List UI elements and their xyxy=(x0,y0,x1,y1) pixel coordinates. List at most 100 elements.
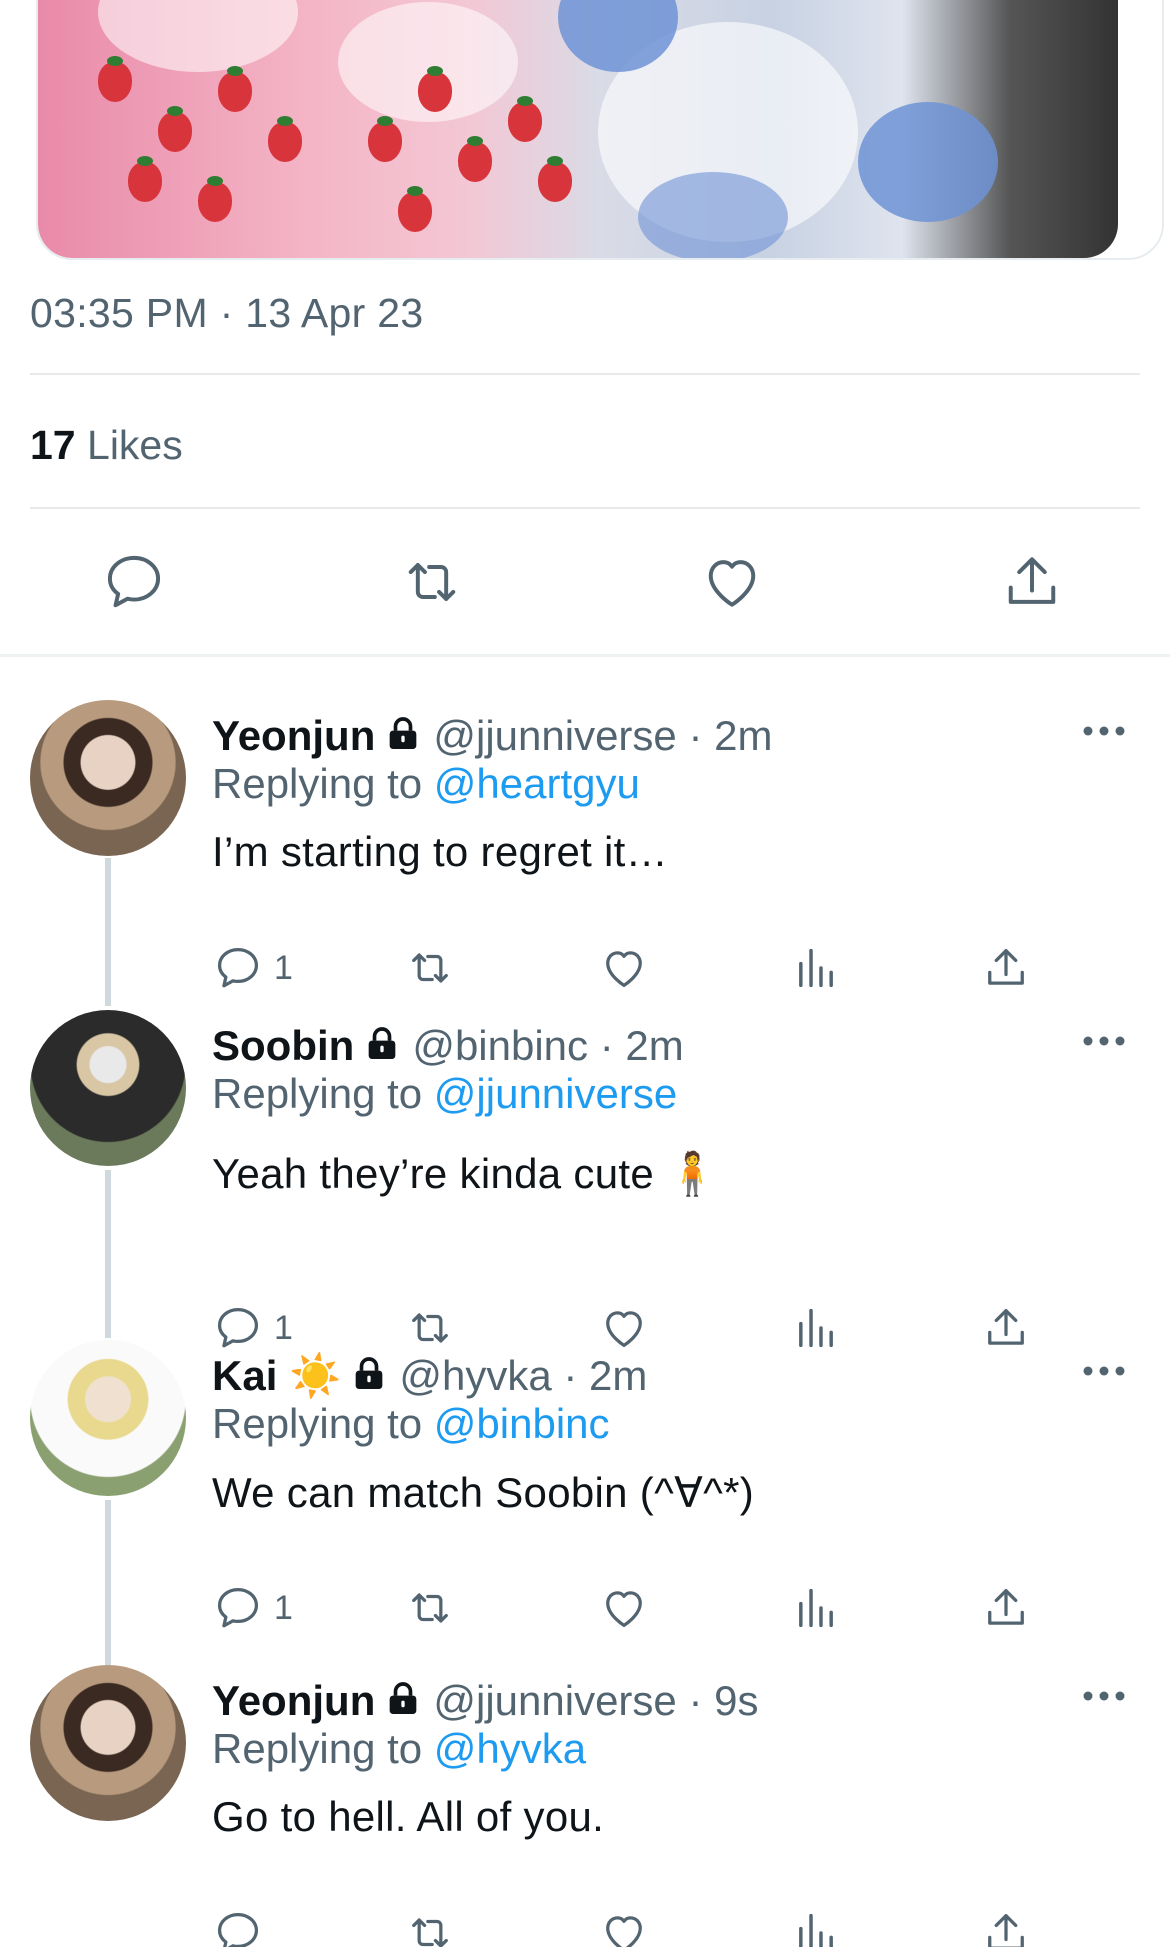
avatar[interactable] xyxy=(30,1665,186,1821)
reply-text: Go to hell. All of you. xyxy=(212,1793,605,1840)
reply-button[interactable] xyxy=(100,548,168,616)
reply-action-bar: 1 xyxy=(0,940,1170,996)
reply-time[interactable]: · 9s xyxy=(688,1677,758,1724)
more-options-button[interactable] xyxy=(1082,1689,1126,1701)
like-icon xyxy=(606,1591,642,1627)
display-name[interactable]: Soobin xyxy=(212,1022,354,1069)
reply-icon xyxy=(217,1587,259,1628)
mention-link[interactable]: @hyvka xyxy=(434,1725,586,1772)
replying-to-label: Replying to xyxy=(212,760,423,807)
lock-icon xyxy=(390,1682,417,1714)
like-button[interactable] xyxy=(598,940,650,996)
reply-tweet[interactable]: Soobin @binbinc · 2m Replying to @jjunnive… xyxy=(0,1010,1170,1348)
reply-time[interactable]: · 2m xyxy=(688,712,772,759)
more-options-button[interactable] xyxy=(1082,1364,1126,1376)
reply-text: We can match Soobin (^∀^*) xyxy=(212,1469,755,1516)
reply-button[interactable]: 1 xyxy=(212,1580,293,1636)
share-icon xyxy=(988,1914,1024,1947)
reply-button[interactable]: 1 xyxy=(212,940,293,996)
replying-to-label: Replying to xyxy=(212,1400,423,1447)
lock-icon xyxy=(355,1357,383,1389)
reply-header: Kai ☀️ @hyvka · 2m xyxy=(212,1352,647,1401)
reply-text: I’m starting to regret it… xyxy=(212,828,668,875)
reply-time[interactable]: · 2m xyxy=(563,1352,647,1399)
replying-to-label: Replying to xyxy=(212,1725,423,1772)
reply-count: 1 xyxy=(274,948,293,987)
divider xyxy=(0,654,1170,657)
more-icon xyxy=(1083,1691,1125,1701)
avatar[interactable] xyxy=(30,1010,186,1166)
share-icon xyxy=(988,949,1024,985)
reply-tweet[interactable]: Yeonjun @jjunniverse · 9s Replying to @hyv… xyxy=(0,1665,1170,1947)
reply-icon xyxy=(107,555,161,608)
mention-link[interactable]: @heartgyu xyxy=(434,760,640,807)
retweet-icon xyxy=(412,1593,448,1623)
avatar[interactable] xyxy=(30,1340,186,1496)
retweet-button[interactable] xyxy=(398,548,466,616)
display-name[interactable]: Yeonjun xyxy=(212,712,375,759)
tweet-media-card[interactable] xyxy=(36,0,1164,260)
retweet-icon xyxy=(412,953,448,983)
display-name[interactable]: Yeonjun xyxy=(212,1677,375,1724)
reply-header: Yeonjun @jjunniverse · 9s xyxy=(212,1677,758,1725)
like-button[interactable] xyxy=(698,548,766,616)
divider xyxy=(30,507,1140,509)
share-button[interactable] xyxy=(980,940,1032,996)
more-icon xyxy=(1083,1366,1125,1376)
reply-time[interactable]: · 2m xyxy=(600,1022,684,1069)
reply-tweet[interactable]: Kai ☀️ @hyvka · 2m Replying to @binbinc We … xyxy=(0,1340,1170,1628)
like-icon xyxy=(606,1916,642,1947)
reply-icon xyxy=(217,1912,259,1947)
reply-text: Yeah they’re kinda cute 🧍 xyxy=(212,1150,719,1197)
retweet-icon xyxy=(408,563,456,601)
views-button[interactable] xyxy=(790,1905,842,1947)
more-options-button[interactable] xyxy=(1082,724,1126,736)
reply-header: Soobin @binbinc · 2m xyxy=(212,1022,684,1070)
tweet-photo[interactable] xyxy=(38,0,1118,258)
retweet-button[interactable] xyxy=(404,940,456,996)
lock-icon xyxy=(368,1027,396,1059)
views-icon xyxy=(799,1588,833,1628)
handle[interactable]: @jjunniverse xyxy=(433,712,676,759)
reply-icon xyxy=(217,947,259,988)
replying-to: Replying to @binbinc xyxy=(212,1400,610,1448)
more-icon xyxy=(1083,1036,1125,1046)
reply-action-bar: 1 xyxy=(0,1580,1170,1636)
views-icon xyxy=(799,948,833,988)
retweet-button[interactable] xyxy=(404,1905,456,1947)
tweet-action-bar xyxy=(0,548,1170,616)
replying-to-label: Replying to xyxy=(212,1070,423,1117)
retweet-icon xyxy=(412,1918,448,1947)
more-icon xyxy=(1083,726,1125,736)
share-icon xyxy=(988,1589,1024,1625)
views-button[interactable] xyxy=(790,940,842,996)
handle[interactable]: @binbinc xyxy=(412,1022,588,1069)
like-button[interactable] xyxy=(598,1905,650,1947)
handle[interactable]: @hyvka xyxy=(399,1352,551,1399)
reply-button[interactable] xyxy=(212,1905,274,1947)
mention-link[interactable]: @jjunniverse xyxy=(434,1070,677,1117)
like-button[interactable] xyxy=(598,1580,650,1636)
replying-to: Replying to @hyvka xyxy=(212,1725,586,1773)
reply-tweet[interactable]: Yeonjun @jjunniverse · 2m Replying to @hea… xyxy=(0,700,1170,988)
likes-count-link[interactable]: 17 Likes xyxy=(30,422,183,469)
retweet-button[interactable] xyxy=(404,1580,456,1636)
share-icon xyxy=(1008,557,1056,604)
reply-count: 1 xyxy=(274,1588,293,1627)
share-button[interactable] xyxy=(980,1580,1032,1636)
display-name[interactable]: Kai ☀️ xyxy=(212,1352,341,1399)
mention-link[interactable]: @binbinc xyxy=(434,1400,610,1447)
likes-label: Likes xyxy=(87,422,183,468)
tweet-timestamp[interactable]: 03:35 PM · 13 Apr 23 xyxy=(30,290,423,337)
replying-to: Replying to @heartgyu xyxy=(212,760,640,808)
views-button[interactable] xyxy=(790,1580,842,1636)
handle[interactable]: @jjunniverse xyxy=(433,1677,676,1724)
more-options-button[interactable] xyxy=(1082,1034,1126,1046)
views-icon xyxy=(799,1913,833,1947)
share-button[interactable] xyxy=(980,1905,1032,1947)
share-button[interactable] xyxy=(998,548,1066,616)
divider xyxy=(30,373,1140,375)
avatar[interactable] xyxy=(30,700,186,856)
like-icon xyxy=(708,560,756,607)
replying-to: Replying to @jjunniverse xyxy=(212,1070,677,1118)
